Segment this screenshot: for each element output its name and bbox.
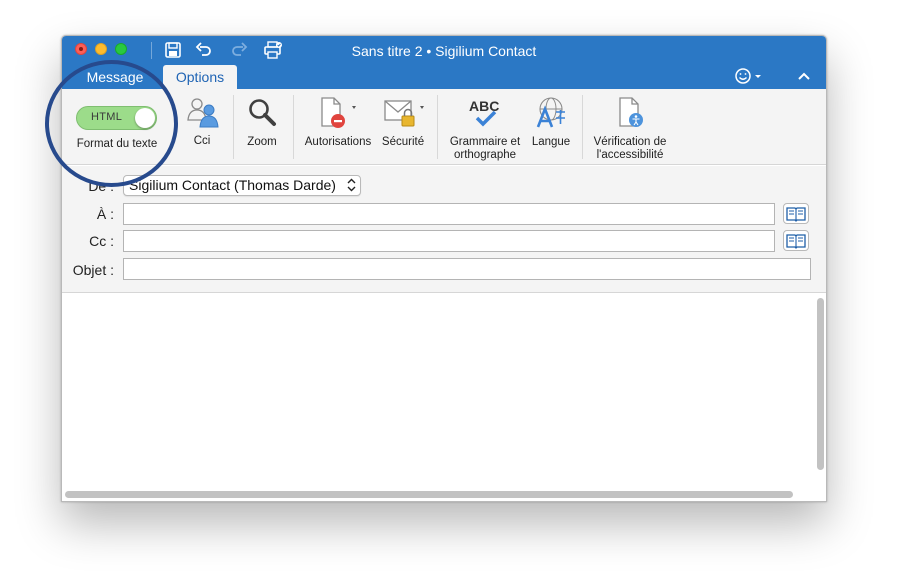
to-label: À : bbox=[96, 206, 114, 222]
message-body-editor[interactable] bbox=[62, 293, 826, 501]
security-button[interactable]: Sécurité bbox=[377, 89, 429, 165]
subject-field[interactable] bbox=[123, 258, 811, 280]
collapse-ribbon-icon[interactable] bbox=[796, 69, 812, 83]
accessibility-check-button[interactable]: Vérification de l'accessibilité bbox=[588, 89, 672, 165]
bcc-people-icon bbox=[187, 98, 219, 128]
bcc-button[interactable]: Cci bbox=[176, 89, 228, 165]
spell-check-icon-text: ABC bbox=[469, 98, 499, 114]
ribbon-divider bbox=[233, 95, 234, 159]
subject-label: Objet : bbox=[72, 262, 114, 278]
cc-field[interactable] bbox=[123, 230, 775, 252]
permissions-label: Autorisations bbox=[304, 136, 372, 148]
ribbon-divider bbox=[293, 95, 294, 159]
window-title: Sans titre 2 • Sigilium Contact bbox=[351, 43, 537, 59]
compose-window: Sans titre 2 • Sigilium Contact Message … bbox=[61, 35, 827, 502]
horizontal-scrollbar[interactable] bbox=[65, 491, 793, 498]
accessibility-label-line2: l'accessibilité bbox=[596, 149, 664, 161]
title-bar: Sans titre 2 • Sigilium Contact Message … bbox=[62, 36, 826, 89]
accessibility-document-icon bbox=[619, 97, 643, 127]
ribbon-divider bbox=[437, 95, 438, 159]
spelling-grammar-button[interactable]: ABC Grammaire et orthographe bbox=[444, 89, 526, 165]
feedback-smiley-icon[interactable] bbox=[734, 67, 764, 85]
address-book-icon bbox=[786, 234, 806, 249]
select-updown-icon bbox=[347, 178, 356, 192]
language-button[interactable]: Langue bbox=[526, 89, 576, 165]
security-envelope-lock-icon bbox=[384, 100, 424, 127]
spelling-label-line2: orthographe bbox=[453, 149, 517, 161]
ribbon-divider bbox=[582, 95, 583, 159]
bcc-label: Cci bbox=[193, 135, 211, 147]
from-account-value: Sigilium Contact (Thomas Darde) bbox=[129, 177, 336, 193]
vertical-scrollbar[interactable] bbox=[817, 298, 824, 470]
highlight-ring bbox=[45, 60, 178, 187]
magnifier-icon bbox=[249, 99, 276, 126]
language-globe-icon bbox=[536, 97, 565, 128]
tab-options[interactable]: Options bbox=[163, 65, 237, 89]
spell-check-icon: ABC bbox=[469, 98, 499, 127]
zoom-button[interactable]: Zoom bbox=[238, 89, 286, 165]
permissions-button[interactable]: Autorisations bbox=[300, 89, 376, 165]
message-header-fields: De : Sigilium Contact (Thomas Darde) À :… bbox=[62, 166, 826, 293]
language-label: Langue bbox=[531, 136, 571, 148]
security-label: Sécurité bbox=[381, 136, 425, 148]
spelling-label-line1: Grammaire et bbox=[449, 136, 521, 148]
to-field[interactable] bbox=[123, 203, 775, 225]
zoom-label: Zoom bbox=[247, 136, 277, 148]
address-book-icon bbox=[786, 207, 806, 222]
from-account-select[interactable]: Sigilium Contact (Thomas Darde) bbox=[123, 175, 361, 196]
permissions-document-icon bbox=[321, 97, 356, 128]
cc-label: Cc : bbox=[89, 233, 114, 249]
accessibility-label-line1: Vérification de bbox=[593, 136, 667, 148]
cc-address-book-button[interactable] bbox=[783, 230, 809, 251]
to-address-book-button[interactable] bbox=[783, 203, 809, 224]
